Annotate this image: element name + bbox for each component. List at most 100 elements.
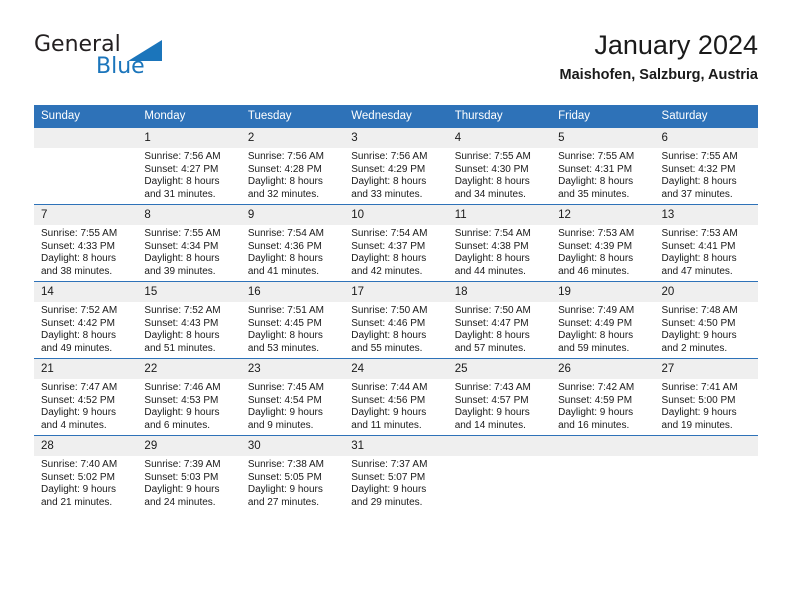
weekday-header-row: Sunday Monday Tuesday Wednesday Thursday…: [34, 105, 758, 128]
general-blue-logo[interactable]: General Blue: [34, 32, 214, 88]
day-details: Sunrise: 7:38 AM Sunset: 5:05 PM Daylight:…: [241, 456, 344, 509]
daylight-text-line1: Daylight: 9 hours: [661, 330, 737, 342]
calendar-day-cell[interactable]: 28 Sunrise: 7:40 AM Sunset: 5:02 PM Dayligh…: [34, 435, 138, 512]
calendar-day-cell-empty: [654, 435, 758, 512]
daylight-text-line1: Daylight: 8 hours: [558, 176, 634, 188]
day-details: Sunrise: 7:47 AM Sunset: 4:52 PM Daylight:…: [34, 379, 137, 432]
daylight-text-line2: and 34 minutes.: [454, 188, 526, 200]
calendar-day-cell[interactable]: 15 Sunrise: 7:52 AM Sunset: 4:43 PM Dayligh…: [137, 281, 241, 359]
day-details: Sunrise: 7:55 AM Sunset: 4:34 PM Daylight:…: [137, 225, 240, 278]
calendar-day-cell[interactable]: 20 Sunrise: 7:48 AM Sunset: 4:50 PM Dayligh…: [654, 281, 758, 359]
day-number: 31: [344, 436, 448, 456]
sunrise-text: Sunrise: 7:49 AM: [558, 305, 635, 316]
daylight-text-line2: and 49 minutes.: [41, 342, 113, 354]
day-details: Sunrise: 7:49 AM Sunset: 4:49 PM Daylight:…: [551, 302, 654, 355]
daylight-text-line1: Daylight: 8 hours: [41, 330, 117, 342]
calendar-day-cell[interactable]: 25 Sunrise: 7:43 AM Sunset: 4:57 PM Dayligh…: [447, 358, 552, 436]
daylight-text-line2: and 32 minutes.: [247, 188, 320, 200]
page-header: General Blue January 2024 Maishofen, Sal…: [34, 28, 758, 94]
calendar-day-cell[interactable]: 14 Sunrise: 7:52 AM Sunset: 4:42 PM Dayligh…: [34, 281, 138, 359]
calendar-day-cell[interactable]: 30 Sunrise: 7:38 AM Sunset: 5:05 PM Dayligh…: [240, 435, 345, 512]
daylight-text-line1: Daylight: 9 hours: [454, 407, 530, 419]
sunset-text: Sunset: 5:07 PM: [351, 471, 426, 483]
sunset-text: Sunset: 4:29 PM: [351, 163, 426, 175]
calendar-day-cell[interactable]: 19 Sunrise: 7:49 AM Sunset: 4:49 PM Dayligh…: [551, 281, 655, 359]
daylight-text-line1: Daylight: 9 hours: [144, 484, 220, 496]
daylight-text-line2: and 44 minutes.: [454, 265, 526, 277]
sunrise-text: Sunrise: 7:44 AM: [351, 382, 428, 393]
sunset-text: Sunset: 4:41 PM: [661, 240, 736, 252]
day-details: Sunrise: 7:54 AM Sunset: 4:37 PM Daylight:…: [344, 225, 447, 278]
sunrise-text: Sunrise: 7:50 AM: [454, 305, 531, 316]
sunrise-text: Sunrise: 7:47 AM: [41, 382, 118, 393]
sunset-text: Sunset: 4:53 PM: [144, 394, 219, 406]
calendar-day-cell[interactable]: 23 Sunrise: 7:45 AM Sunset: 4:54 PM Dayligh…: [240, 358, 345, 436]
sunset-text: Sunset: 4:27 PM: [144, 163, 219, 175]
sunset-text: Sunset: 5:03 PM: [144, 471, 219, 483]
day-details: Sunrise: 7:37 AM Sunset: 5:07 PM Daylight:…: [344, 456, 447, 509]
calendar-day-cell[interactable]: 10 Sunrise: 7:54 AM Sunset: 4:37 PM Dayligh…: [344, 204, 448, 282]
sunrise-text: Sunrise: 7:41 AM: [661, 382, 738, 393]
sunrise-text: Sunrise: 7:52 AM: [144, 305, 221, 316]
calendar-day-cell[interactable]: 7 Sunrise: 7:55 AM Sunset: 4:33 PM Daylight…: [34, 204, 138, 282]
calendar-day-cell[interactable]: 9 Sunrise: 7:54 AM Sunset: 4:36 PM Daylight…: [240, 204, 345, 282]
day-details: Sunrise: 7:45 AM Sunset: 4:54 PM Daylight:…: [241, 379, 344, 432]
daylight-text-line1: Daylight: 8 hours: [558, 330, 634, 342]
calendar-week-row: 14 Sunrise: 7:52 AM Sunset: 4:42 PM Dayligh…: [34, 281, 758, 359]
day-number: 19: [551, 282, 655, 302]
sunset-text: Sunset: 4:30 PM: [454, 163, 529, 175]
calendar-day-cell[interactable]: 5 Sunrise: 7:55 AM Sunset: 4:31 PM Daylight…: [551, 128, 655, 205]
calendar-day-cell[interactable]: 22 Sunrise: 7:46 AM Sunset: 4:53 PM Dayligh…: [137, 358, 241, 436]
sunrise-text: Sunrise: 7:56 AM: [247, 151, 324, 162]
daylight-text-line1: Daylight: 8 hours: [41, 253, 117, 265]
sunrise-text: Sunrise: 7:54 AM: [454, 228, 531, 239]
calendar-day-cell[interactable]: 6 Sunrise: 7:55 AM Sunset: 4:32 PM Daylight…: [654, 128, 758, 205]
daylight-text-line2: and 27 minutes.: [247, 496, 320, 508]
sunrise-text: Sunrise: 7:39 AM: [144, 459, 221, 470]
calendar-day-cell[interactable]: 21 Sunrise: 7:47 AM Sunset: 4:52 PM Dayligh…: [34, 358, 138, 436]
calendar-day-cell[interactable]: 29 Sunrise: 7:39 AM Sunset: 5:03 PM Dayligh…: [137, 435, 241, 512]
day-details: Sunrise: 7:56 AM Sunset: 4:28 PM Daylight:…: [241, 148, 344, 201]
sunset-text: Sunset: 4:47 PM: [454, 317, 529, 329]
day-number: 9: [240, 205, 345, 225]
sunrise-text: Sunrise: 7:48 AM: [661, 305, 738, 316]
calendar-day-cell[interactable]: 3 Sunrise: 7:56 AM Sunset: 4:29 PM Daylight…: [344, 128, 448, 205]
day-number: 23: [240, 359, 345, 379]
sunrise-text: Sunrise: 7:50 AM: [351, 305, 428, 316]
daylight-text-line2: and 42 minutes.: [351, 265, 423, 277]
calendar-day-cell[interactable]: 16 Sunrise: 7:51 AM Sunset: 4:45 PM Dayligh…: [240, 281, 345, 359]
day-details: Sunrise: 7:51 AM Sunset: 4:45 PM Daylight:…: [241, 302, 344, 355]
daylight-text-line2: and 59 minutes.: [558, 342, 630, 354]
calendar-day-cell[interactable]: 11 Sunrise: 7:54 AM Sunset: 4:38 PM Dayligh…: [447, 204, 552, 282]
logo-text-blue: Blue: [96, 54, 145, 79]
daylight-text-line1: Daylight: 8 hours: [351, 176, 427, 188]
daylight-text-line1: Daylight: 8 hours: [661, 253, 737, 265]
day-details: Sunrise: 7:53 AM Sunset: 4:41 PM Daylight:…: [655, 225, 758, 278]
day-details: Sunrise: 7:56 AM Sunset: 4:29 PM Daylight:…: [344, 148, 447, 201]
calendar-day-cell[interactable]: 17 Sunrise: 7:50 AM Sunset: 4:46 PM Dayligh…: [344, 281, 448, 359]
daylight-text-line2: and 6 minutes.: [144, 419, 211, 431]
calendar-day-cell[interactable]: 12 Sunrise: 7:53 AM Sunset: 4:39 PM Dayligh…: [551, 204, 655, 282]
sunrise-text: Sunrise: 7:54 AM: [351, 228, 428, 239]
day-number: [551, 436, 655, 456]
calendar-day-cell[interactable]: 27 Sunrise: 7:41 AM Sunset: 5:00 PM Dayligh…: [654, 358, 758, 436]
daylight-text-line2: and 38 minutes.: [41, 265, 113, 277]
calendar-day-cell[interactable]: 8 Sunrise: 7:55 AM Sunset: 4:34 PM Daylight…: [137, 204, 241, 282]
page-title: January 2024: [594, 30, 758, 60]
calendar-day-cell[interactable]: 4 Sunrise: 7:55 AM Sunset: 4:30 PM Daylight…: [447, 128, 552, 205]
calendar-day-cell[interactable]: 13 Sunrise: 7:53 AM Sunset: 4:41 PM Dayligh…: [654, 204, 758, 282]
calendar-day-cell[interactable]: 24 Sunrise: 7:44 AM Sunset: 4:56 PM Dayligh…: [344, 358, 448, 436]
daylight-text-line2: and 37 minutes.: [661, 188, 733, 200]
sunrise-text: Sunrise: 7:56 AM: [351, 151, 428, 162]
calendar-day-cell[interactable]: 1 Sunrise: 7:56 AM Sunset: 4:27 PM Daylight…: [137, 128, 241, 205]
day-number: [34, 128, 138, 148]
calendar-day-cell[interactable]: 26 Sunrise: 7:42 AM Sunset: 4:59 PM Dayligh…: [551, 358, 655, 436]
location-subtitle: Maishofen, Salzburg, Austria: [559, 67, 758, 83]
daylight-text-line2: and 16 minutes.: [558, 419, 630, 431]
daylight-text-line1: Daylight: 8 hours: [454, 253, 530, 265]
weekday-header-monday: Monday: [137, 105, 241, 128]
calendar-day-cell[interactable]: 31 Sunrise: 7:37 AM Sunset: 5:07 PM Dayligh…: [344, 435, 448, 512]
calendar-day-cell[interactable]: 18 Sunrise: 7:50 AM Sunset: 4:47 PM Dayligh…: [447, 281, 552, 359]
day-details: Sunrise: 7:46 AM Sunset: 4:53 PM Daylight:…: [137, 379, 240, 432]
calendar-day-cell[interactable]: 2 Sunrise: 7:56 AM Sunset: 4:28 PM Daylight…: [240, 128, 345, 205]
